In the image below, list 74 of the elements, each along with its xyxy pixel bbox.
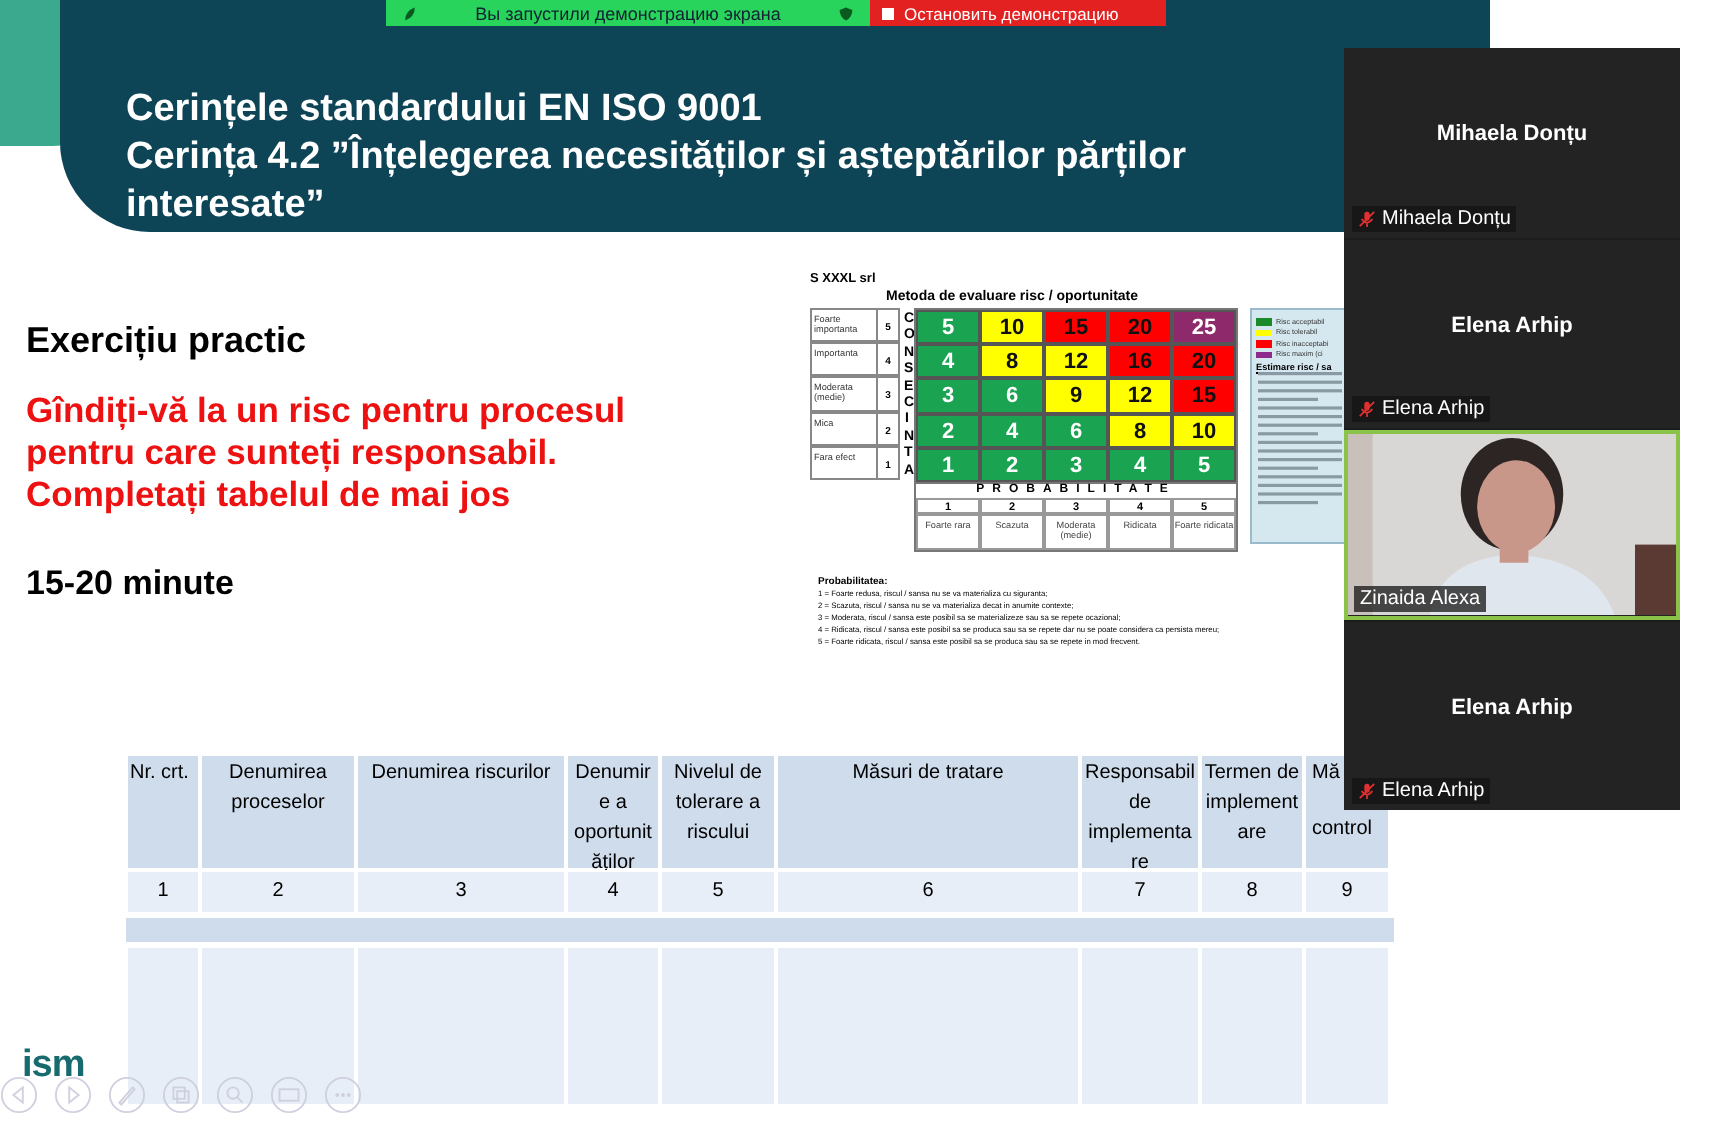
risk-cell: 2: [980, 447, 1044, 482]
risk-cell: 1: [916, 447, 980, 482]
more-icon[interactable]: [324, 1076, 362, 1114]
risk-cell: 6: [980, 378, 1044, 414]
risk-cell: 12: [1108, 378, 1172, 414]
table-cell: 7: [1080, 870, 1200, 914]
participant-label: Elena Arhip: [1382, 398, 1485, 420]
participant-tile[interactable]: Elena Arhip Elena Arhip: [1344, 621, 1680, 810]
column-header: Mă: [1312, 760, 1340, 788]
column-header: Termen de implement are: [1200, 754, 1304, 870]
table-cell: 4: [566, 870, 660, 914]
risk-cell: 20: [1108, 310, 1172, 345]
participant-name: Elena Arhip: [1451, 695, 1573, 720]
participant-tile[interactable]: Elena Arhip Elena Arhip: [1344, 239, 1680, 428]
participant-label: Elena Arhip: [1382, 780, 1485, 802]
table-cell: 9: [1304, 870, 1390, 914]
risk-cell: 2: [916, 413, 980, 448]
participant-name: Mihaela Donțu: [1436, 122, 1588, 147]
risk-cell: 4: [980, 413, 1044, 448]
previous-icon[interactable]: [0, 1076, 38, 1114]
slides-icon[interactable]: [162, 1076, 200, 1114]
pen-icon[interactable]: [108, 1076, 146, 1114]
table-cell: 5: [660, 870, 776, 914]
table-cell: 6: [776, 870, 1080, 914]
risk-cell: 15: [1044, 310, 1108, 345]
participant-label: Mihaela Donțu: [1382, 207, 1511, 229]
participant-name: Elena Arhip: [1451, 313, 1573, 338]
risk-cell: 20: [1172, 344, 1236, 379]
table-cell: 2: [200, 870, 356, 914]
column-header: Denumire a oportunit ăților: [566, 754, 660, 870]
column-header: Denumirea riscurilor: [356, 754, 566, 870]
risk-cell: 5: [916, 310, 980, 345]
stop-sharing-button[interactable]: Остановить демонстрацию: [870, 0, 1166, 26]
risk-cell: 8: [1108, 413, 1172, 448]
risk-cell: 3: [1044, 447, 1108, 482]
table-cell: 3: [356, 870, 566, 914]
subtitles-icon[interactable]: [270, 1076, 308, 1114]
shield-icon: [838, 5, 854, 21]
risk-cell: 12: [1044, 344, 1108, 379]
risk-cell: 3: [916, 378, 980, 414]
instruction-text: pentru care sunteți responsabil.: [26, 432, 559, 474]
risk-cell: 5: [1172, 447, 1236, 482]
logo: ism: [22, 1044, 85, 1088]
risk-cell: 9: [1044, 378, 1108, 414]
risk-cell: 25: [1172, 310, 1236, 345]
participant-tile[interactable]: Zinaida Alexa: [1344, 430, 1680, 619]
slide-title: Cerința 4.2 ”Înțelegerea necesităților și așteptărilor părților interesate”: [126, 134, 1189, 230]
next-icon[interactable]: [54, 1076, 92, 1114]
participant-label: Zinaida Alexa: [1360, 587, 1481, 609]
risk-cell: 6: [1044, 413, 1108, 448]
column-header: Denumirea proceselor: [200, 754, 356, 870]
risk-cell: 10: [980, 310, 1044, 345]
screen-share-notice: Вы запустили демонстрацию экрана: [386, 0, 870, 26]
table-cell: 1: [126, 870, 200, 914]
risk-cell: 16: [1108, 344, 1172, 379]
leaf-icon: [402, 5, 418, 21]
participant-tile[interactable]: Mihaela Donțu Mihaela Donțu: [1344, 48, 1680, 237]
exercise-heading: Exercițiu practic: [26, 320, 309, 362]
risk-cell: 4: [1108, 447, 1172, 482]
column-header: Nr. crt.: [126, 754, 200, 870]
slide-title: Cerințele standardului EN ISO 9001: [126, 86, 764, 134]
column-header: Responsabil de implementa re: [1080, 754, 1200, 870]
risk-cell: 10: [1172, 413, 1236, 448]
column-header: Măsuri de tratare: [776, 754, 1080, 870]
column-header: control: [1312, 816, 1373, 844]
column-header: Nivelul de tolerare a riscului: [660, 754, 776, 870]
risk-cell: 15: [1172, 378, 1236, 414]
instruction-text: Gîndiți-vă la un risc pentru procesul: [26, 390, 627, 432]
risk-cell: 8: [980, 344, 1044, 379]
risk-cell: 4: [916, 344, 980, 379]
table-cell: 8: [1200, 870, 1304, 914]
zoom-icon[interactable]: [216, 1076, 254, 1114]
instruction-text: Completați tabelul de mai jos: [26, 474, 513, 516]
duration-text: 15-20 minute: [26, 564, 236, 604]
